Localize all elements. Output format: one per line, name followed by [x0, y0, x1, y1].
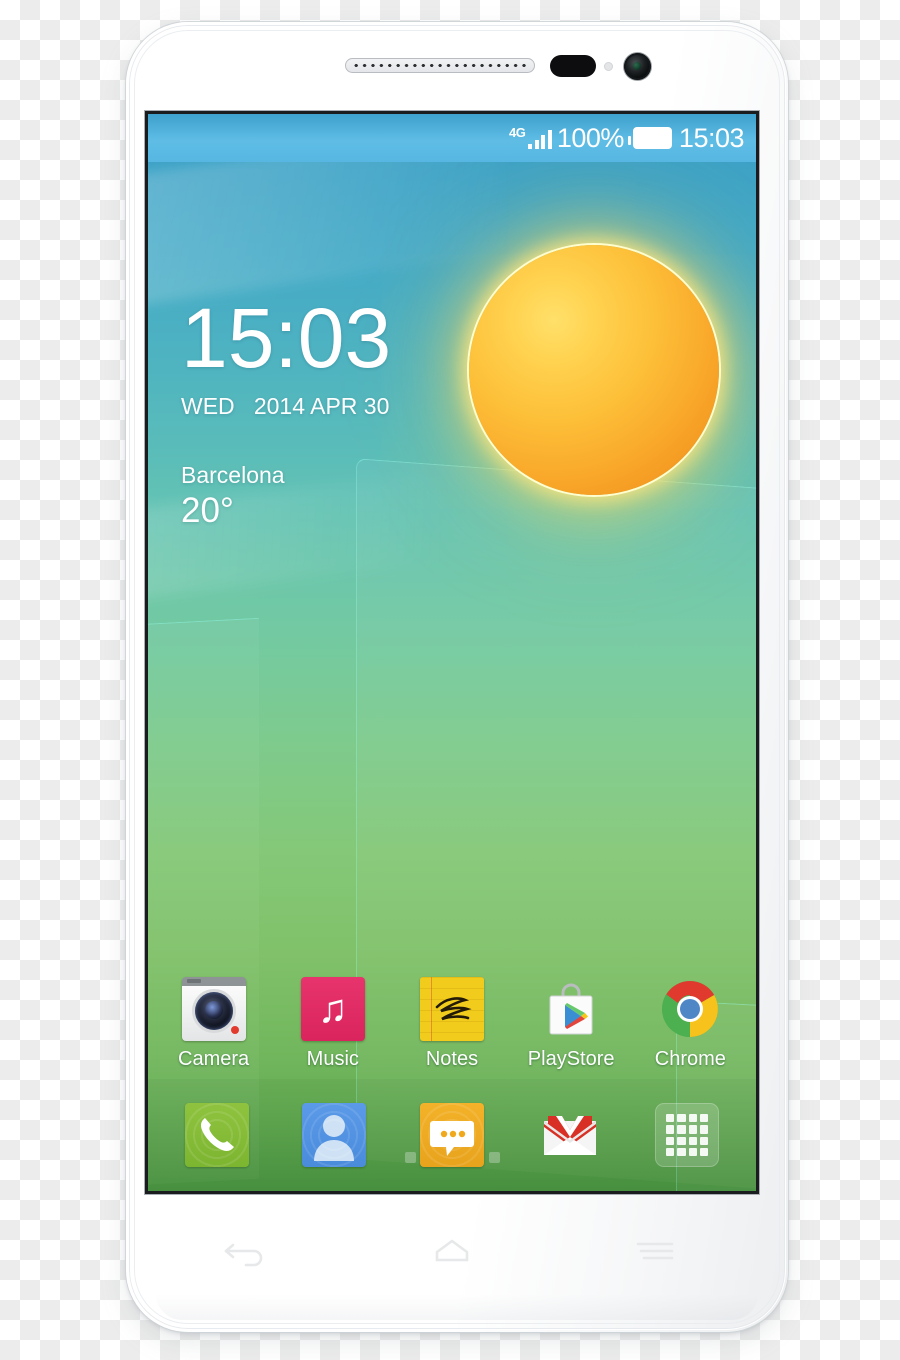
widget-date: WED 2014 APR 30 [181, 392, 390, 419]
app-label: Camera [178, 1048, 250, 1070]
widget-city: Barcelona [181, 461, 285, 488]
light-sensor [604, 62, 613, 71]
sun-icon [469, 245, 719, 495]
app-notes[interactable]: Notes [397, 977, 507, 1071]
home-button[interactable] [417, 1228, 487, 1272]
grid-icon[interactable] [655, 1103, 720, 1167]
app-music[interactable]: ♫ Music [278, 977, 388, 1071]
menu-button[interactable] [620, 1228, 690, 1272]
capacitive-nav-bar [148, 1215, 756, 1285]
app-label: Chrome [654, 1048, 726, 1070]
front-camera-icon [624, 53, 651, 80]
play-store-icon[interactable] [539, 977, 603, 1041]
battery-percent-label: 100% [556, 122, 625, 153]
person-icon[interactable] [302, 1103, 367, 1167]
signal-bars-icon [528, 127, 552, 149]
gmail-envelope-icon[interactable] [538, 1103, 602, 1167]
app-playstore[interactable]: PlayStore [516, 977, 626, 1071]
app-chrome[interactable]: Chrome [635, 977, 745, 1071]
page-root: 4G 100% 15:03 15:03 WED 2014 APR 30 Barc… [0, 0, 900, 1360]
app-label: Music [306, 1048, 359, 1070]
wallpaper: 15:03 WED 2014 APR 30 Barcelona 20° Came… [148, 162, 756, 1191]
earpiece-grille-icon [352, 63, 528, 68]
status-bar-clock: 15:03 [678, 122, 745, 153]
phone-chin-shading [156, 1294, 758, 1320]
status-bar[interactable]: 4G 100% 15:03 [148, 114, 756, 162]
widget-temperature: 20° [181, 490, 234, 530]
dock [148, 1079, 756, 1191]
music-note-icon[interactable]: ♫ [300, 977, 365, 1041]
clock-weather-widget[interactable]: 15:03 WED 2014 APR 30 Barcelona 20° [181, 291, 392, 530]
app-label: Notes [425, 1048, 479, 1070]
phone-handset-icon[interactable] [184, 1103, 249, 1167]
widget-time: 15:03 [181, 291, 392, 385]
notes-icon[interactable] [419, 977, 484, 1041]
phone-screen: 4G 100% 15:03 15:03 WED 2014 APR 30 Barc… [148, 114, 756, 1191]
earpiece-speaker [345, 58, 535, 73]
battery-full-icon [627, 127, 672, 149]
chrome-icon[interactable] [658, 977, 722, 1041]
network-type-label: 4G [509, 125, 526, 140]
speech-bubble-icon[interactable] [419, 1103, 484, 1167]
app-label: PlayStore [527, 1048, 615, 1070]
status-bar-signal-group: 4G 100% 15:03 [509, 122, 745, 153]
app-camera[interactable]: Camera [159, 977, 269, 1071]
proximity-sensor [550, 55, 596, 77]
home-app-row: Camera ♫ Music Notes PlayStore Chrome [154, 977, 750, 1071]
back-button[interactable] [214, 1228, 284, 1272]
wallpaper-light-streak [148, 162, 516, 311]
camera-icon[interactable] [181, 977, 246, 1041]
